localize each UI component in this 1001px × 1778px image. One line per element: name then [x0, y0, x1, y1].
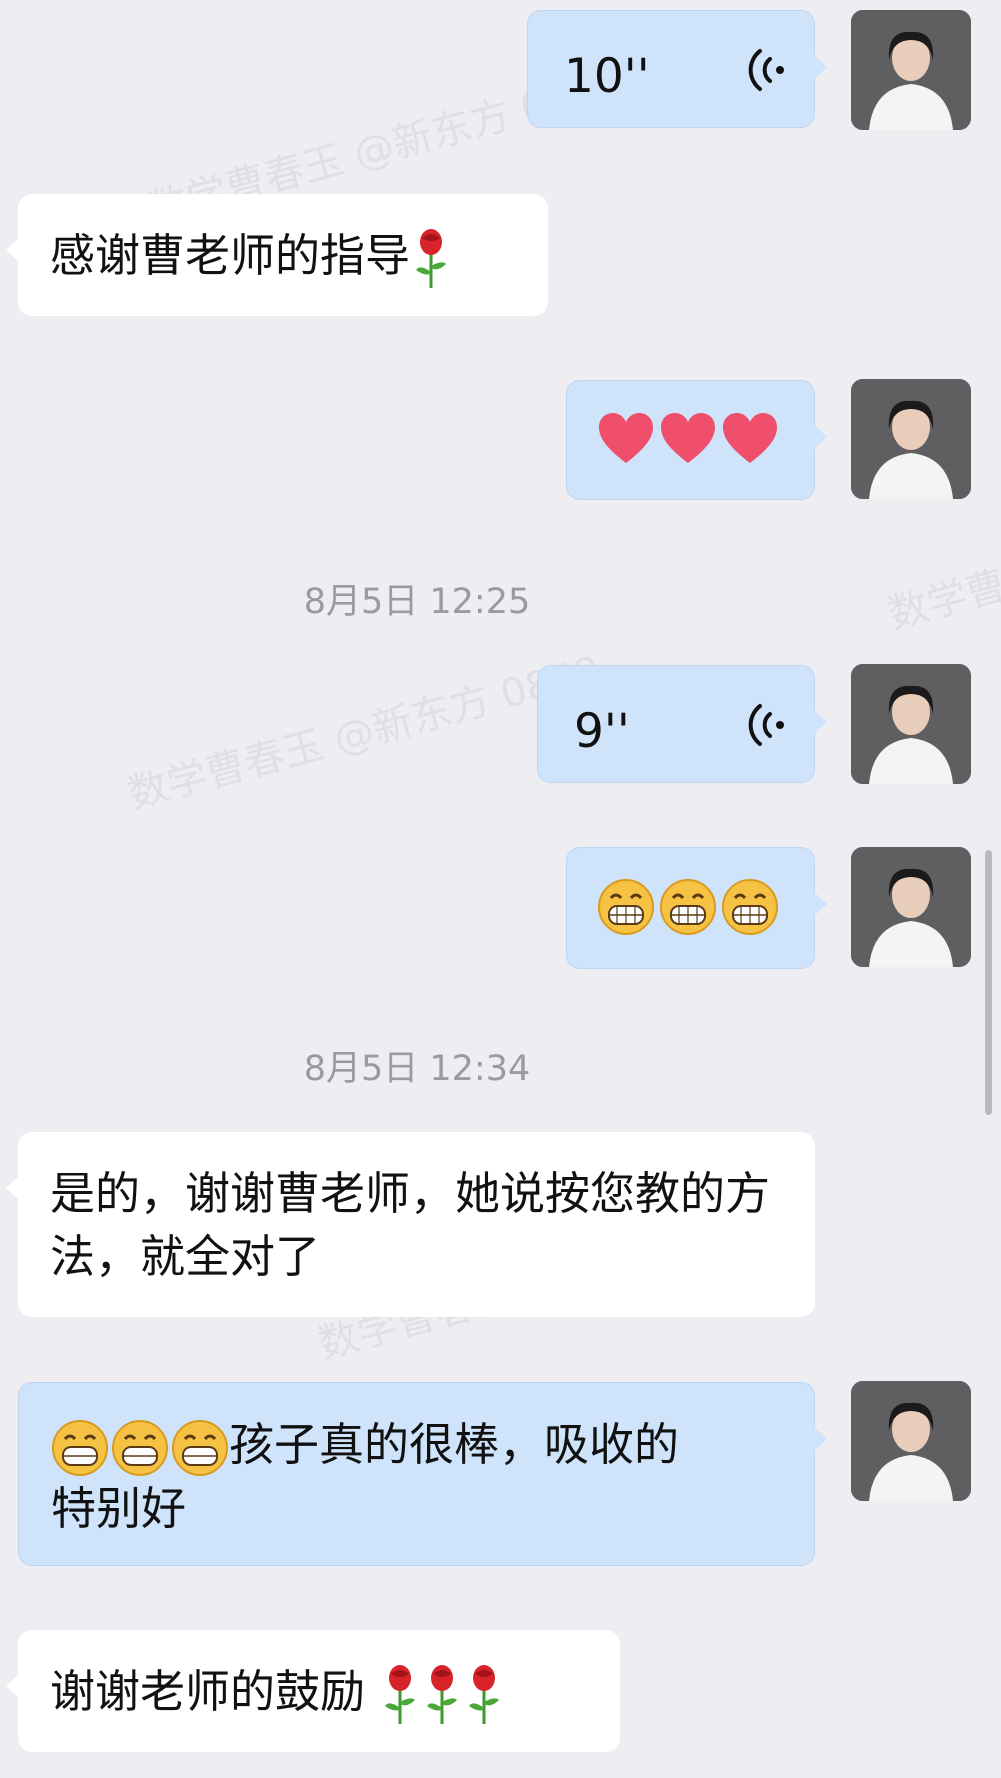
- voice-wave-icon: [748, 704, 784, 746]
- outgoing-message[interactable]: 孩子真的很棒，吸收的 特别好: [18, 1382, 827, 1566]
- message-text: 感谢曹老师的指导: [50, 229, 411, 282]
- rose-icon: [385, 1665, 416, 1724]
- rose-icon: [427, 1665, 458, 1724]
- grinning-face-icon: [660, 879, 716, 935]
- voice-wave-icon: [748, 49, 784, 91]
- timestamp: 8月5日 12:34: [303, 1049, 531, 1089]
- timestamp: 8月5日 12:25: [303, 582, 531, 622]
- rose-icon: [469, 1665, 500, 1724]
- outgoing-message[interactable]: [566, 380, 827, 500]
- outgoing-message[interactable]: [566, 847, 827, 969]
- grinning-face-icon: [52, 1420, 108, 1476]
- incoming-message[interactable]: 谢谢老师的鼓励: [6, 1630, 620, 1752]
- message-text-line2: 特别好: [51, 1482, 187, 1535]
- avatar[interactable]: [851, 664, 971, 784]
- red-heart-icon: [599, 413, 653, 463]
- avatar[interactable]: [851, 10, 971, 130]
- scrollbar[interactable]: [985, 850, 992, 1115]
- avatar[interactable]: [851, 847, 971, 967]
- grinning-face-icon: [172, 1420, 228, 1476]
- grinning-face-icon: [598, 879, 654, 935]
- message-text: 是的，谢谢曹老师，她说按您教的方法，就全对了: [50, 1167, 771, 1283]
- avatar[interactable]: [851, 1381, 971, 1501]
- red-heart-icon: [661, 413, 715, 463]
- voice-duration: 10'': [564, 49, 650, 104]
- grinning-face-icon: [722, 879, 778, 935]
- incoming-message[interactable]: 感谢曹老师的指导: [6, 194, 548, 316]
- red-heart-icon: [723, 413, 777, 463]
- grinning-face-icon: [112, 1420, 168, 1476]
- message-text: 孩子真的很棒，吸收的: [229, 1418, 680, 1471]
- message-text: 谢谢老师的鼓励: [50, 1665, 366, 1718]
- avatar[interactable]: [851, 379, 971, 499]
- watermark: 数学曹春玉 @新东方 0849: [123, 647, 606, 819]
- voice-message[interactable]: 10'': [527, 10, 827, 128]
- rose-icon: [416, 229, 447, 288]
- voice-message[interactable]: 9'': [537, 665, 827, 783]
- voice-duration: 9'': [574, 704, 630, 759]
- incoming-message[interactable]: 是的，谢谢曹老师，她说按您教的方法，就全对了: [6, 1132, 815, 1317]
